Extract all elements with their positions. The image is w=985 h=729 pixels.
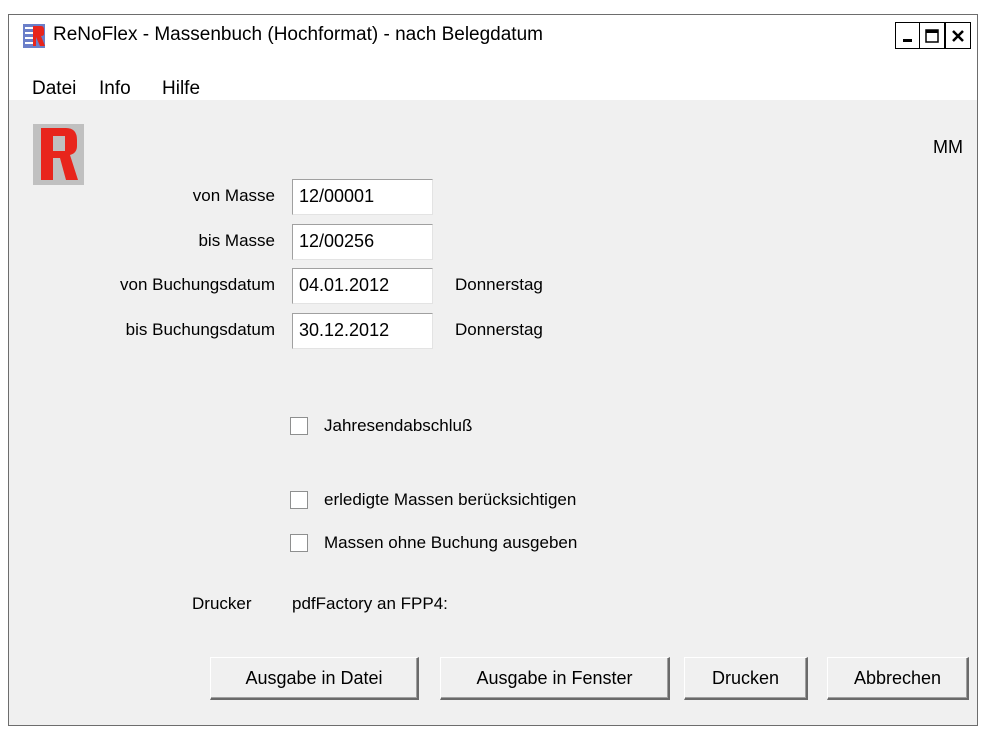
minimize-button[interactable] — [895, 22, 921, 49]
von-datum-input[interactable]: 04.01.2012 — [292, 268, 433, 304]
bis-masse-input[interactable]: 12/00256 — [292, 224, 433, 260]
ohne-buchung-checkbox[interactable] — [290, 534, 308, 552]
erledigte-checkbox[interactable] — [290, 491, 308, 509]
output-to-window-button[interactable]: Ausgabe in Fenster — [440, 657, 670, 700]
bis-masse-label: bis Masse — [198, 231, 275, 250]
renoflex-r-logo-icon — [33, 124, 84, 185]
menu-bar: Datei Info Hilfe — [9, 56, 977, 100]
title-bar[interactable]: ReNoFlex - Massenbuch (Hochformat) - nac… — [9, 15, 977, 56]
menu-datei[interactable]: Datei — [32, 78, 76, 100]
output-to-file-button[interactable]: Ausgabe in Datei — [210, 657, 419, 700]
bis-datum-weekday: Donnerstag — [455, 320, 543, 339]
window-title: ReNoFlex - Massenbuch (Hochformat) - nac… — [53, 24, 543, 45]
menu-info[interactable]: Info — [99, 78, 131, 100]
von-datum-weekday: Donnerstag — [455, 275, 543, 294]
menu-hilfe[interactable]: Hilfe — [162, 78, 200, 100]
ohne-buchung-label[interactable]: Massen ohne Buchung ausgeben — [324, 533, 577, 553]
cancel-button[interactable]: Abbrechen — [827, 657, 969, 700]
close-button[interactable] — [945, 22, 971, 49]
printer-label: Drucker — [192, 594, 252, 613]
minimize-icon — [903, 38, 912, 42]
von-datum-label: von Buchungsdatum — [120, 275, 275, 294]
jahresabschluss-option[interactable]: Jahresendabschluß — [290, 415, 472, 437]
maximize-button[interactable] — [919, 22, 945, 49]
print-button[interactable]: Drucken — [684, 657, 808, 700]
bis-datum-input[interactable]: 30.12.2012 — [292, 313, 433, 349]
dialog-window: ReNoFlex - Massenbuch (Hochformat) - nac… — [8, 14, 978, 726]
maximize-icon — [925, 28, 939, 43]
von-masse-input[interactable]: 12/00001 — [292, 179, 433, 215]
von-masse-label: von Masse — [192, 186, 275, 205]
jahresabschluss-label[interactable]: Jahresendabschluß — [324, 416, 472, 436]
bis-datum-label: bis Buchungsdatum — [125, 320, 275, 339]
printer-value: pdfFactory an FPP4: — [292, 594, 448, 613]
jahresabschluss-checkbox[interactable] — [290, 417, 308, 435]
user-initials: MM — [933, 137, 963, 157]
ohne-buchung-option[interactable]: Massen ohne Buchung ausgeben — [290, 532, 577, 554]
renoflex-app-icon[interactable] — [23, 24, 45, 48]
erledigte-label[interactable]: erledigte Massen berücksichtigen — [324, 490, 576, 510]
close-icon — [952, 29, 964, 42]
erledigte-option[interactable]: erledigte Massen berücksichtigen — [290, 489, 576, 511]
